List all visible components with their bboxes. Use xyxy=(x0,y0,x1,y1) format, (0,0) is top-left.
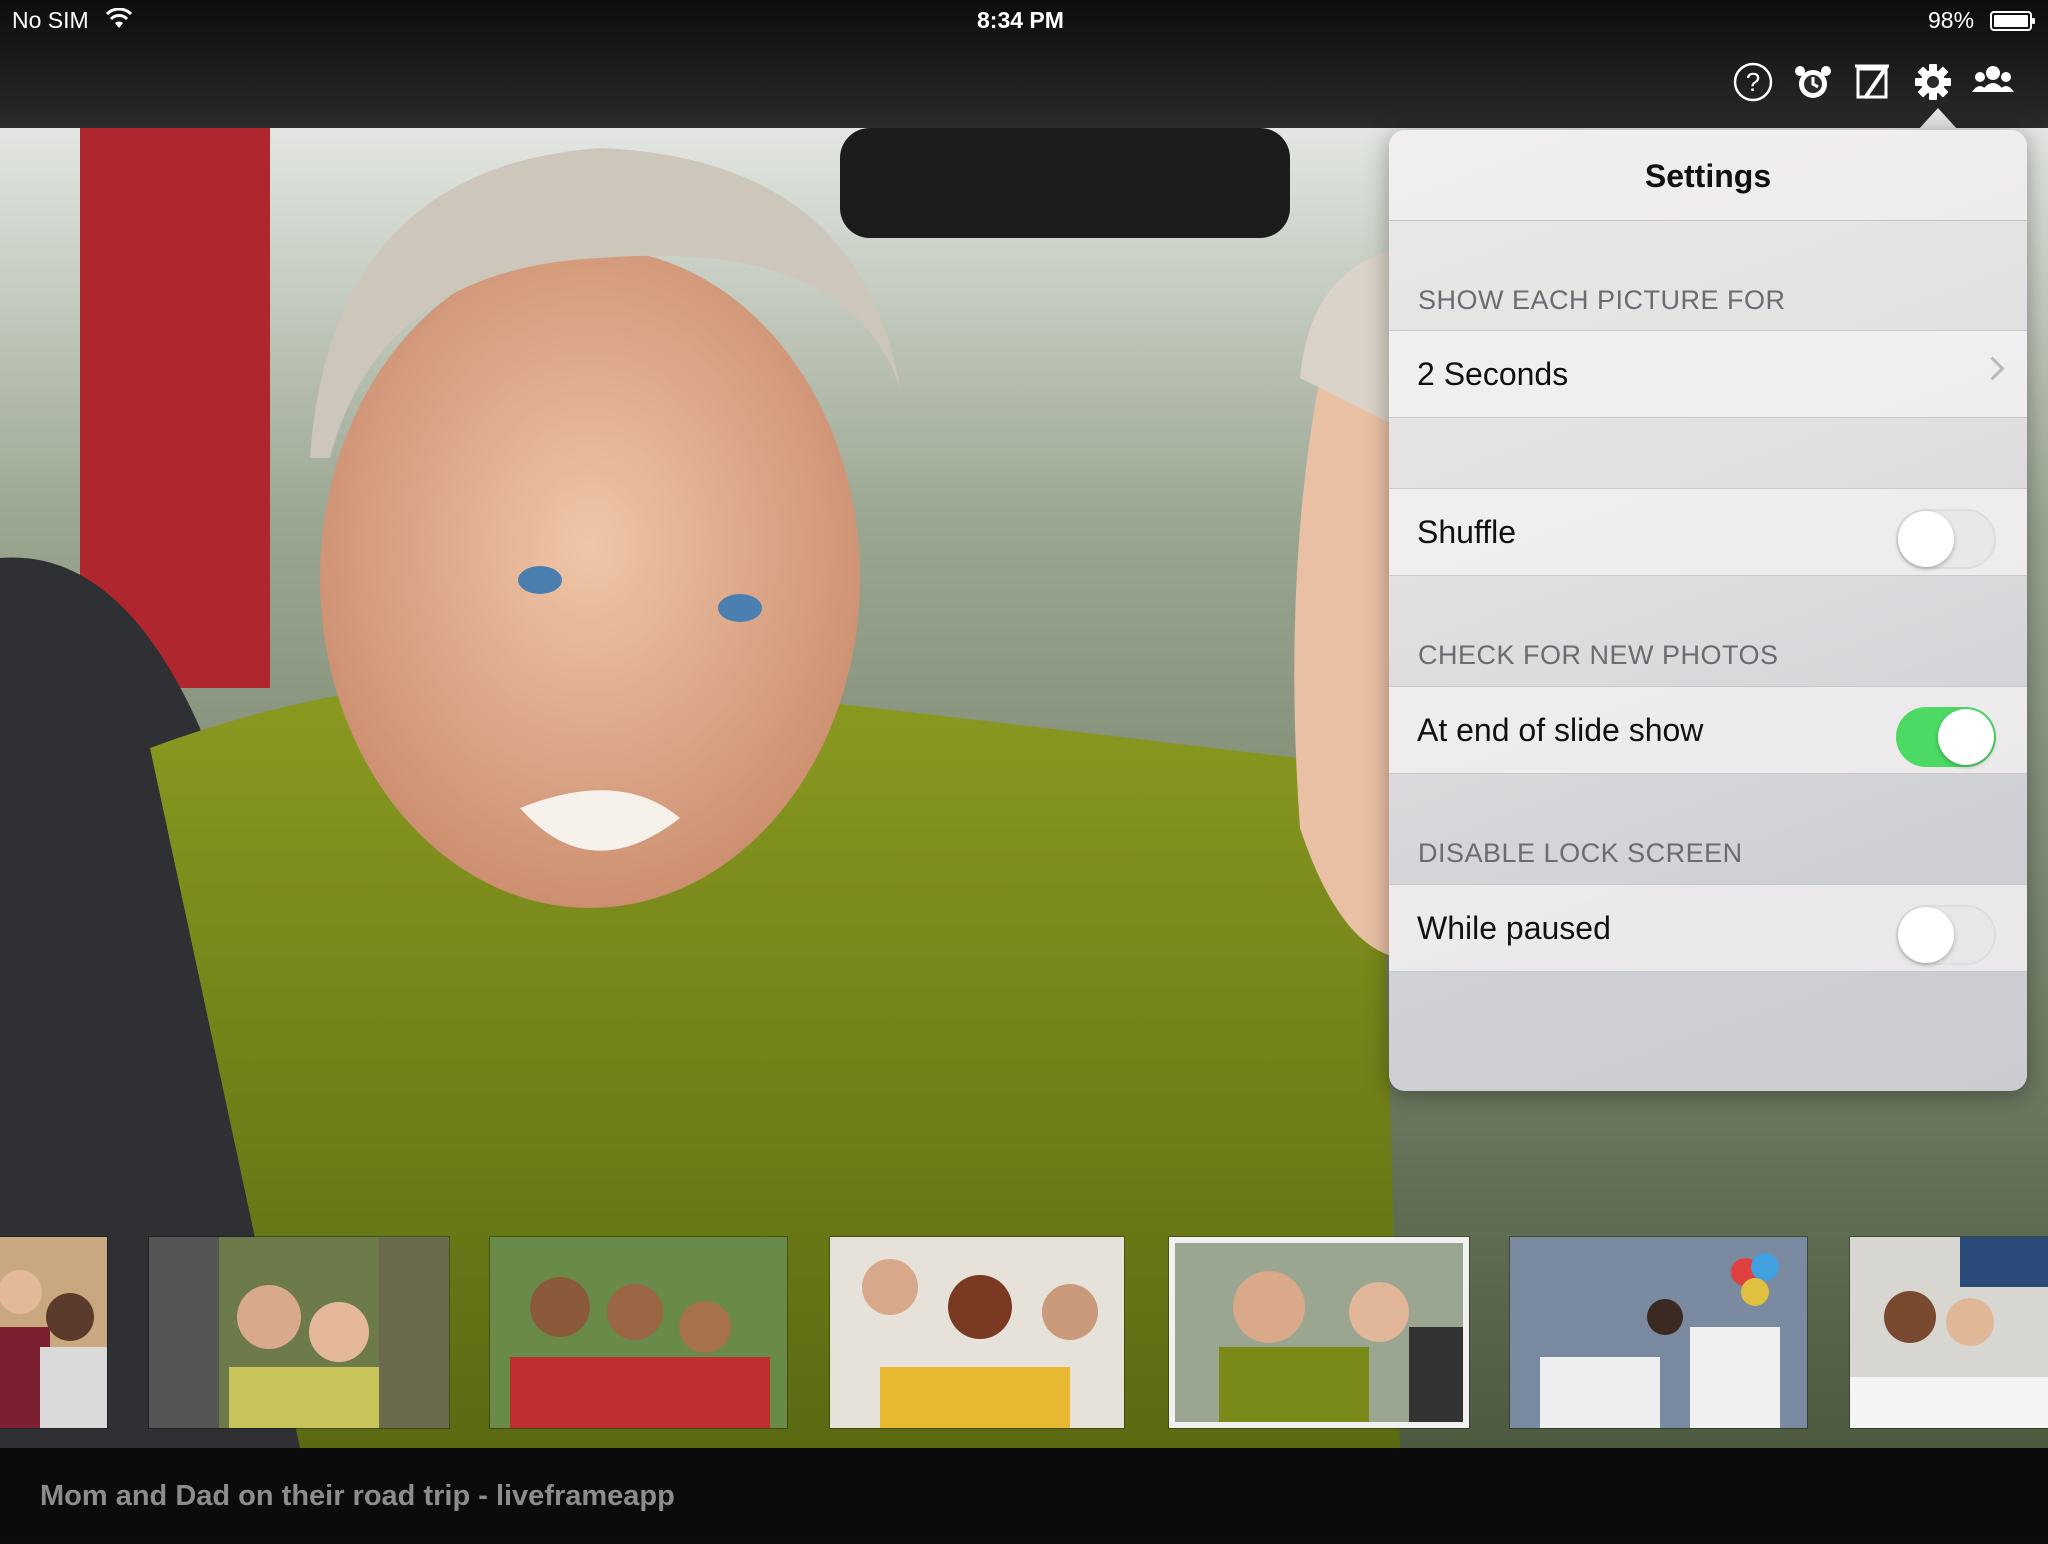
switch-knob xyxy=(1898,511,1954,567)
filmstrip-thumb-3[interactable] xyxy=(490,1237,787,1428)
help-icon[interactable]: ? xyxy=(1731,60,1775,104)
photo-caption: Mom and Dad on their road trip - livefra… xyxy=(40,1480,675,1512)
filmstrip-thumb-4[interactable] xyxy=(830,1237,1124,1428)
shuffle-label: Shuffle xyxy=(1417,514,1517,550)
end-of-slideshow-row: At end of slide show xyxy=(1389,686,2027,774)
switch-knob xyxy=(1938,709,1994,765)
svg-text:?: ? xyxy=(1746,67,1760,97)
duration-value: 2 Seconds xyxy=(1417,356,1569,392)
caption-bar: Mom and Dad on their road trip - livefra… xyxy=(0,1448,2048,1536)
edit-frame-icon[interactable] xyxy=(1851,60,1895,104)
top-bar: No SIM 8:34 PM 98% ? xyxy=(0,0,2048,128)
filmstrip-thumb-2[interactable] xyxy=(149,1237,449,1428)
popover-arrow xyxy=(1918,108,1958,130)
battery-icon xyxy=(1990,11,2035,31)
filmstrip-thumb-1[interactable] xyxy=(0,1237,107,1428)
wifi-icon xyxy=(106,8,132,28)
filmstrip-thumb-5-selected[interactable] xyxy=(1169,1237,1469,1428)
while-paused-switch[interactable] xyxy=(1896,905,1996,965)
carrier-label: No SIM xyxy=(12,7,89,33)
shuffle-switch[interactable] xyxy=(1896,509,1996,569)
end-of-slideshow-label: At end of slide show xyxy=(1417,712,1704,748)
battery-percent: 98% xyxy=(1928,7,1975,33)
duration-row[interactable]: 2 Seconds xyxy=(1389,330,2027,418)
gear-icon[interactable] xyxy=(1911,60,1955,104)
end-of-slideshow-switch[interactable] xyxy=(1896,707,1996,767)
section-header-show-each-picture: SHOW EACH PICTURE FOR xyxy=(1418,285,1786,315)
while-paused-label: While paused xyxy=(1417,910,1611,946)
people-icon[interactable] xyxy=(1971,60,2015,104)
section-header-disable-lock-screen: DISABLE LOCK SCREEN xyxy=(1418,838,1743,868)
filmstrip-thumb-6[interactable] xyxy=(1510,1237,1807,1428)
sleep-timer-icon[interactable] xyxy=(1791,60,1835,104)
clock: 8:34 PM xyxy=(977,7,1064,33)
settings-title: Settings xyxy=(1389,130,2027,221)
filmstrip-thumb-7[interactable] xyxy=(1850,1237,2048,1428)
while-paused-row: While paused xyxy=(1389,884,2027,972)
switch-knob xyxy=(1898,907,1954,963)
shuffle-row: Shuffle xyxy=(1389,488,2027,576)
settings-popover: Settings SHOW EACH PICTURE FOR 2 Seconds… xyxy=(1389,130,2027,1091)
section-header-check-for-new-photos: CHECK FOR NEW PHOTOS xyxy=(1418,640,1779,670)
chevron-right-icon xyxy=(1980,356,2005,381)
